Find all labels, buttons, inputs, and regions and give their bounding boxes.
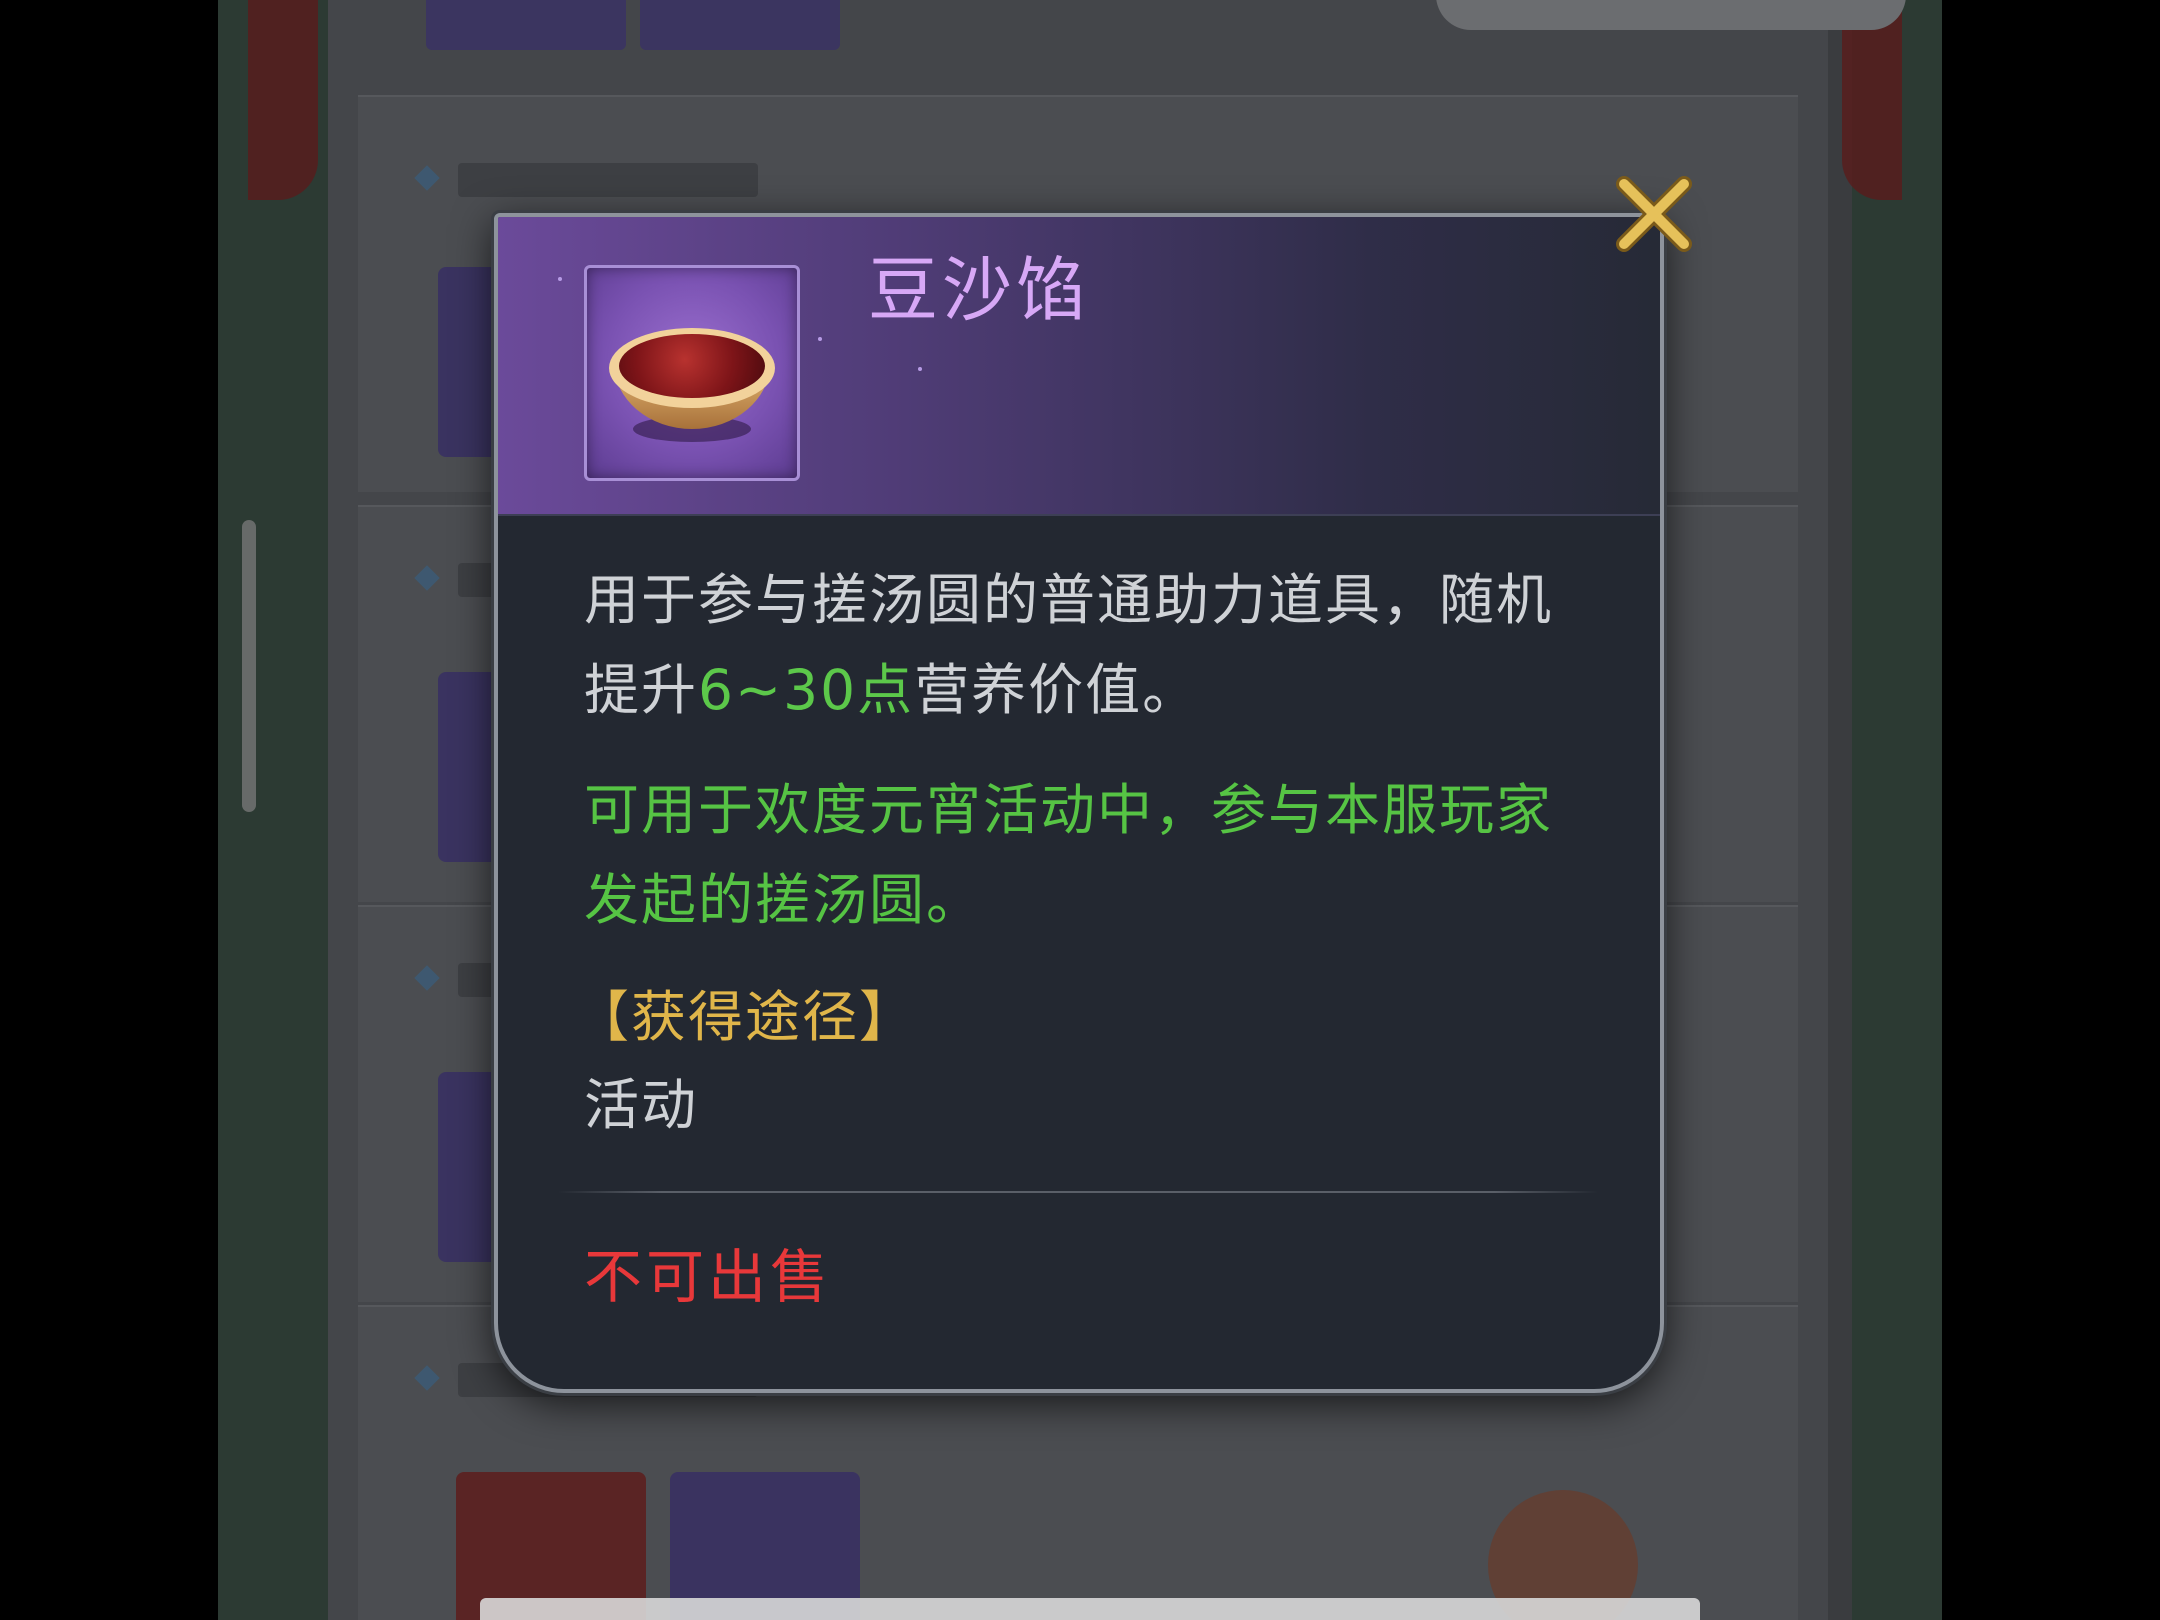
background-right-border xyxy=(1852,0,1942,1620)
background-left-border xyxy=(218,0,328,1620)
frame-corner-decoration xyxy=(1627,1356,1660,1389)
background-top-pill xyxy=(1436,0,1906,30)
background-subtitle-strip xyxy=(480,1598,1700,1620)
item-icon-frame xyxy=(584,265,800,481)
description-text: 营养价值。 xyxy=(914,658,1200,722)
usage-note: 可用于欢度元宵活动中，参与本服玩家发起的搓汤圆。 xyxy=(584,778,1554,932)
item-detail-popup: 豆沙馅 用于参与搓汤圆的普通助力道具，随机提升6~30点营养价值。 可用于欢度元… xyxy=(494,213,1664,1393)
background-curtain-left xyxy=(248,0,318,200)
popup-header: 豆沙馅 xyxy=(498,217,1660,516)
divider xyxy=(558,1191,1598,1193)
background-top-button xyxy=(426,0,626,50)
sparkle-decoration xyxy=(918,367,922,371)
source-value: 活动 xyxy=(584,1073,699,1137)
source-title: 【获得途径】 xyxy=(574,985,917,1049)
description-highlight: 6~30点 xyxy=(698,658,915,722)
item-description: 用于参与搓汤圆的普通助力道具，随机提升6~30点营养价值。 xyxy=(584,555,1594,735)
sparkle-decoration xyxy=(818,337,822,341)
close-button[interactable] xyxy=(1612,172,1696,256)
item-name: 豆沙馅 xyxy=(868,249,1090,331)
background-scrollbar xyxy=(242,520,256,812)
background-curtain-right xyxy=(1842,0,1902,200)
background-top-button xyxy=(640,0,840,50)
sell-status: 不可出售 xyxy=(584,1243,833,1311)
sparkle-decoration xyxy=(558,277,562,281)
frame-corner-decoration xyxy=(498,1356,531,1389)
close-x-icon xyxy=(1616,176,1692,252)
background-row-header xyxy=(414,155,818,201)
